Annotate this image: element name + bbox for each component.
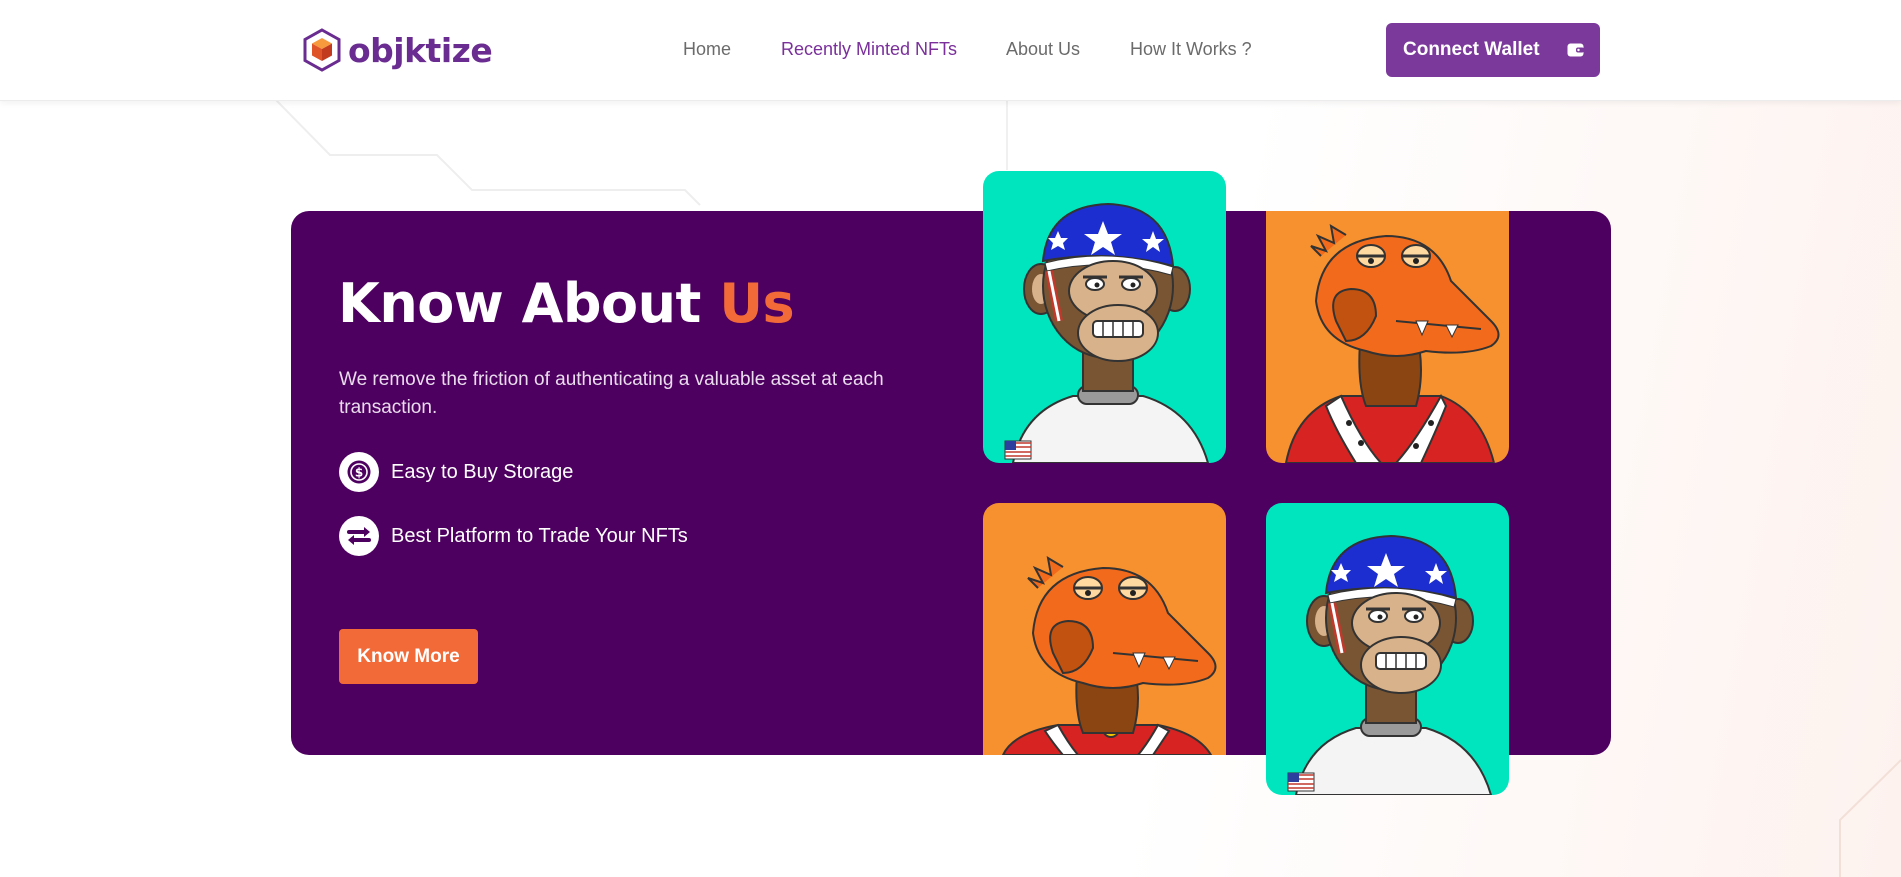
feature-item: Best Platform to Trade Your NFTs: [339, 516, 688, 556]
connect-wallet-button[interactable]: Connect Wallet: [1386, 23, 1600, 77]
site-header: objktize Home Recently Minted NFTs About…: [0, 0, 1901, 101]
nav-recently-minted[interactable]: Recently Minted NFTs: [781, 39, 957, 60]
hero-description: We remove the friction of authenticating…: [339, 369, 884, 418]
nav-how-it-works[interactable]: How It Works ?: [1130, 39, 1252, 60]
nft-tile-astronaut-ape[interactable]: [1266, 503, 1509, 795]
nft-tile-croc-king[interactable]: [1266, 211, 1509, 463]
swap-arrows-icon: [339, 516, 379, 556]
feature-label: Easy to Buy Storage: [391, 460, 574, 483]
svg-text:$: $: [355, 466, 363, 480]
know-more-button[interactable]: Know More: [339, 629, 478, 684]
hero-title-accent: Us: [719, 272, 795, 335]
nft-tile-astronaut-ape[interactable]: [983, 171, 1226, 463]
wallet-icon: [1567, 43, 1584, 57]
nav-home[interactable]: Home: [683, 39, 731, 60]
hero-title: Know About Us: [338, 272, 795, 335]
dollar-icon: $: [339, 452, 379, 492]
connect-wallet-label: Connect Wallet: [1403, 39, 1540, 60]
astronaut-ape-image: [983, 171, 1226, 463]
nav-about-us[interactable]: About Us: [1006, 39, 1080, 60]
croc-king-image: [983, 503, 1226, 755]
brand-logo[interactable]: objktize: [302, 28, 493, 72]
astronaut-ape-image: [1266, 503, 1509, 795]
feature-label: Best Platform to Trade Your NFTs: [391, 524, 688, 547]
hero-title-main: Know About: [338, 272, 701, 335]
nft-tile-croc-king[interactable]: [983, 503, 1226, 755]
croc-king-image: [1266, 211, 1509, 463]
brand-name: objktize: [348, 30, 493, 70]
feature-item: $ Easy to Buy Storage: [339, 452, 573, 492]
cube-hexagon-icon: [303, 28, 341, 72]
